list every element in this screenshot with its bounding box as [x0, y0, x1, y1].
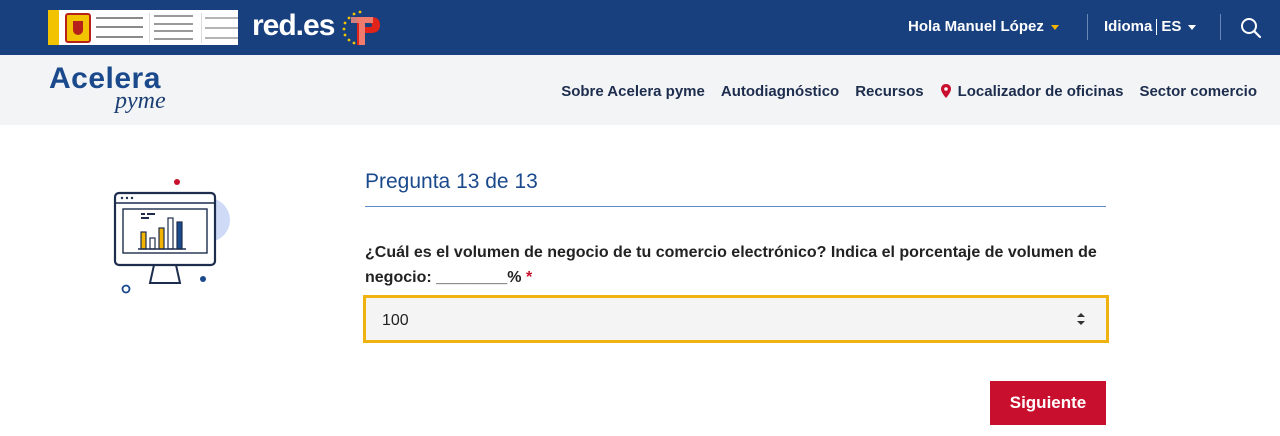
spain-government-logo[interactable] [48, 10, 238, 45]
spanish-flag-icon [48, 10, 60, 45]
coat-of-arms-icon [65, 12, 91, 43]
required-asterisk: * [525, 269, 533, 286]
location-pin-icon [940, 84, 951, 98]
search-icon[interactable] [1239, 16, 1263, 40]
select-value: 100 [382, 312, 409, 329]
brand-sub: pyme [115, 88, 166, 114]
question-counter: Pregunta 13 de 13 [365, 170, 538, 193]
language-label: Idioma [1104, 18, 1153, 35]
nav-link-autodiagnostico[interactable]: Autodiagnóstico [721, 83, 839, 100]
question-text: ¿Cuál es el volumen de negocio de tu com… [365, 244, 1097, 286]
acelera-pyme-logo[interactable]: Acelera pyme [49, 63, 166, 114]
chevron-down-icon [1188, 25, 1197, 30]
nav-link-sobre[interactable]: Sobre Acelera pyme [561, 83, 705, 100]
prtr-logo-icon[interactable] [340, 9, 384, 47]
user-greeting: Hola Manuel López [908, 18, 1044, 35]
divider [1220, 14, 1221, 40]
nav-link-sector-comercio[interactable]: Sector comercio [1139, 83, 1257, 100]
next-button[interactable]: Siguiente [990, 381, 1106, 425]
main-navigation: Acelera pyme Sobre Acelera pyme Autodiag… [0, 55, 1280, 125]
nav-links: Sobre Acelera pyme Autodiagnóstico Recur… [561, 83, 1257, 100]
top-bar: red.es Hola Manuel López Idioma ES [0, 0, 1280, 55]
title-divider [365, 206, 1106, 207]
divider [1087, 14, 1088, 40]
nav-link-localizador[interactable]: Localizador de oficinas [940, 83, 1124, 100]
user-menu[interactable]: Hola Manuel López [908, 18, 1059, 35]
monitor-chart-illustration [113, 179, 230, 294]
question-text-block: ¿Cuál es el volumen de negocio de tu com… [365, 240, 1106, 290]
chevron-down-icon [1050, 25, 1059, 30]
nav-link-recursos[interactable]: Recursos [855, 83, 923, 100]
percentage-select[interactable]: 100 [363, 295, 1109, 343]
language-value: ES [1161, 18, 1182, 35]
nav-link-localizador-label: Localizador de oficinas [957, 83, 1124, 100]
stepper-icon[interactable] [1076, 311, 1086, 327]
language-selector[interactable]: Idioma ES [1104, 18, 1197, 35]
redes-logo[interactable]: red.es [252, 9, 335, 43]
